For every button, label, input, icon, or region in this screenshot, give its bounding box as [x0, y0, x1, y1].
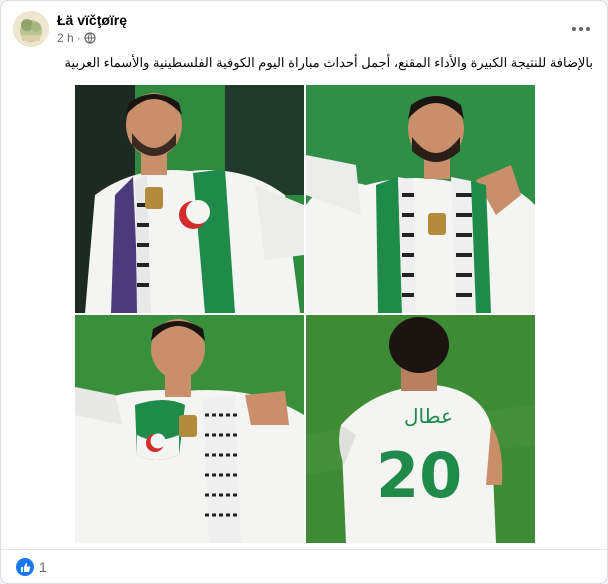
like-icon: [20, 562, 30, 572]
photo-3[interactable]: [75, 315, 304, 543]
photo-grid: عطال 20: [73, 83, 535, 543]
meta-separator: ·: [76, 31, 81, 45]
more-horizontal-icon: [572, 27, 590, 31]
photo-2-image: [306, 85, 535, 313]
globe-icon[interactable]: [84, 32, 96, 44]
more-options-button[interactable]: [567, 15, 595, 43]
avatar-image: [13, 11, 49, 47]
photo-3-image: [75, 315, 304, 543]
reaction-count[interactable]: 1: [39, 559, 47, 575]
photo-4[interactable]: عطال 20: [306, 315, 535, 543]
jersey-number: 20: [376, 439, 462, 512]
post-time[interactable]: 2 h: [57, 31, 74, 45]
photo-1[interactable]: [75, 85, 304, 313]
author-name[interactable]: Łä vïčţøïrę: [57, 12, 127, 28]
reactions-bar: 1: [1, 549, 607, 584]
author-avatar[interactable]: [13, 11, 49, 47]
jersey-name: عطال: [404, 404, 453, 428]
photo-4-image: عطال 20: [306, 315, 535, 543]
like-reaction-badge[interactable]: [16, 558, 34, 576]
photo-2[interactable]: [306, 85, 535, 313]
photo-1-image: [75, 85, 304, 313]
post-text: بالإضافة للنتيجة الكبيرة والأداء المقنع،…: [64, 55, 594, 70]
post-meta: 2 h ·: [57, 31, 96, 45]
post-card: Łä vïčţøïrę 2 h · بالإضافة للنتيجة الكبي…: [0, 0, 608, 584]
